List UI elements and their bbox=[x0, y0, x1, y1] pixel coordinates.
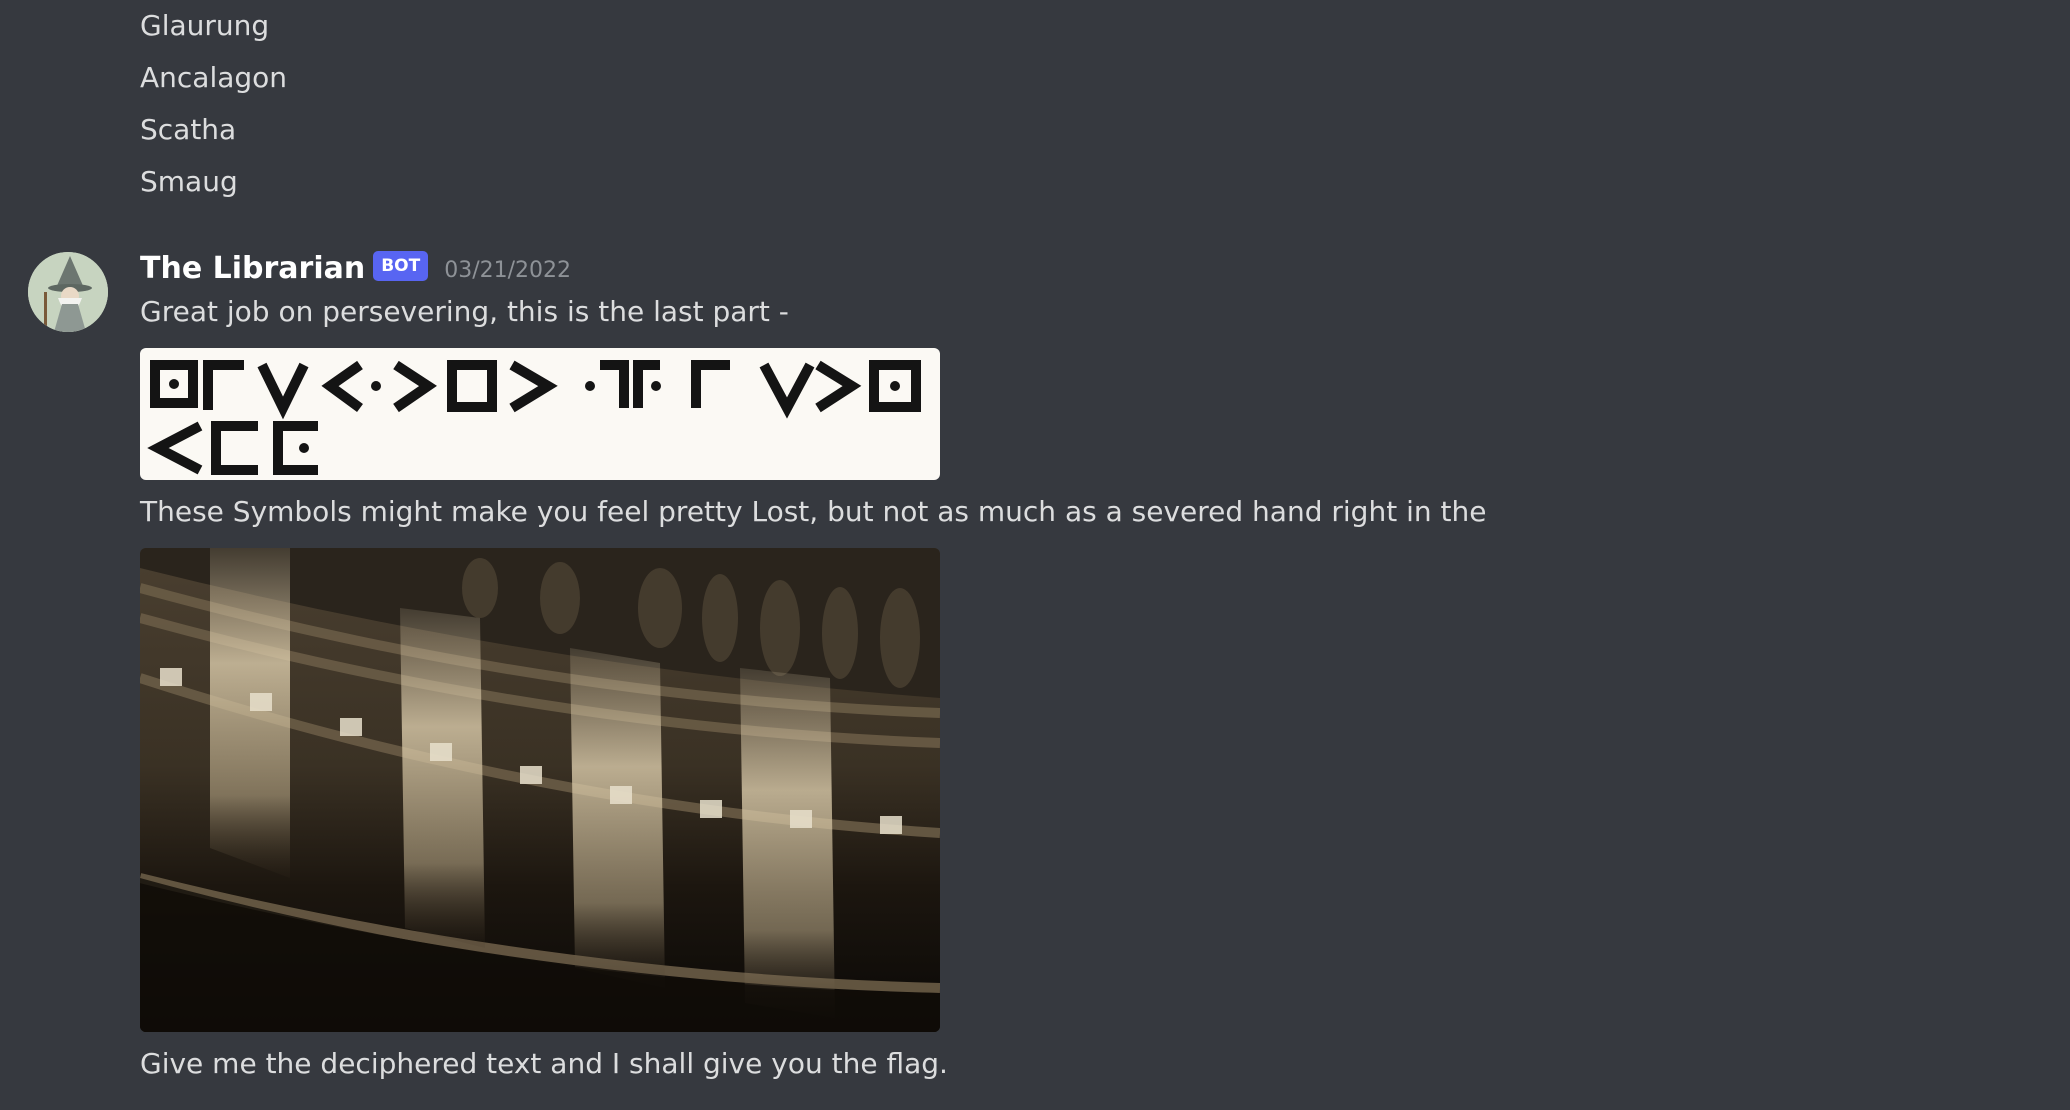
photo-attachment[interactable] bbox=[140, 548, 940, 1032]
list-item: Glaurung bbox=[140, 9, 270, 42]
list-item: Ancalagon bbox=[140, 61, 288, 94]
chat-message-area: Glaurung Ancalagon Scatha Smaug The Libr… bbox=[0, 0, 2070, 1110]
list-item: Scatha bbox=[140, 113, 237, 146]
bot-badge: BOT bbox=[373, 251, 429, 281]
cipher-image-attachment[interactable] bbox=[140, 348, 940, 480]
rotunda-frieze-photo-icon bbox=[140, 548, 940, 1032]
list-item: Smaug bbox=[140, 165, 238, 198]
message-text: Great job on persevering, this is the la… bbox=[140, 295, 789, 328]
pigpen-cipher-symbols-icon bbox=[147, 360, 921, 475]
avatar[interactable] bbox=[28, 252, 108, 332]
wizard-avatar-icon bbox=[28, 252, 108, 332]
message-timestamp[interactable]: 03/21/2022 bbox=[444, 258, 571, 283]
message-text: These Symbols might make you feel pretty… bbox=[140, 495, 1487, 528]
message-header: The Librarian BOT 03/21/2022 bbox=[140, 246, 571, 290]
message-text: Give me the deciphered text and I shall … bbox=[140, 1047, 948, 1080]
author-name[interactable]: The Librarian bbox=[140, 251, 365, 286]
